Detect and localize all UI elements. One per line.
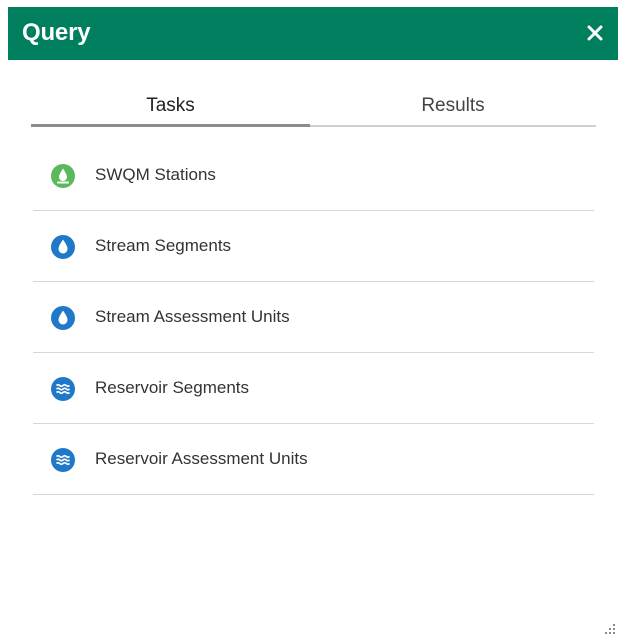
tab-results[interactable]: Results (310, 86, 596, 124)
task-label: SWQM Stations (95, 165, 216, 184)
tab-bar: Tasks Results (31, 86, 596, 128)
task-list: SWQM Stations Stream Segments Stream Ass… (33, 140, 594, 495)
task-item-stream-segments[interactable]: Stream Segments (33, 211, 594, 282)
task-label: Reservoir Segments (95, 378, 250, 397)
task-label: Stream Segments (95, 236, 232, 255)
waves-icon (51, 377, 75, 401)
water-drop-icon (51, 235, 75, 259)
task-label: Reservoir Assessment Units (95, 449, 308, 468)
tab-active-indicator (31, 124, 310, 127)
task-item-stream-assessment-units[interactable]: Stream Assessment Units (33, 282, 594, 353)
panel-header: Query (8, 7, 618, 60)
tab-results-label: Results (421, 95, 485, 116)
task-item-reservoir-assessment-units[interactable]: Reservoir Assessment Units (33, 424, 594, 495)
tab-tasks[interactable]: Tasks (31, 86, 310, 124)
tab-tasks-label: Tasks (146, 95, 195, 116)
task-label: Stream Assessment Units (95, 307, 290, 326)
task-item-reservoir-segments[interactable]: Reservoir Segments (33, 353, 594, 424)
query-panel: Query Tasks Results SWQM Stations Stream… (8, 7, 618, 635)
task-item-swqm-stations[interactable]: SWQM Stations (33, 140, 594, 211)
water-drop-icon (51, 306, 75, 330)
resize-grip-icon[interactable] (604, 623, 616, 635)
station-drop-icon (51, 164, 75, 188)
close-button[interactable] (585, 23, 605, 43)
panel-title: Query (22, 19, 91, 46)
waves-icon (51, 448, 75, 472)
close-icon (587, 25, 603, 41)
